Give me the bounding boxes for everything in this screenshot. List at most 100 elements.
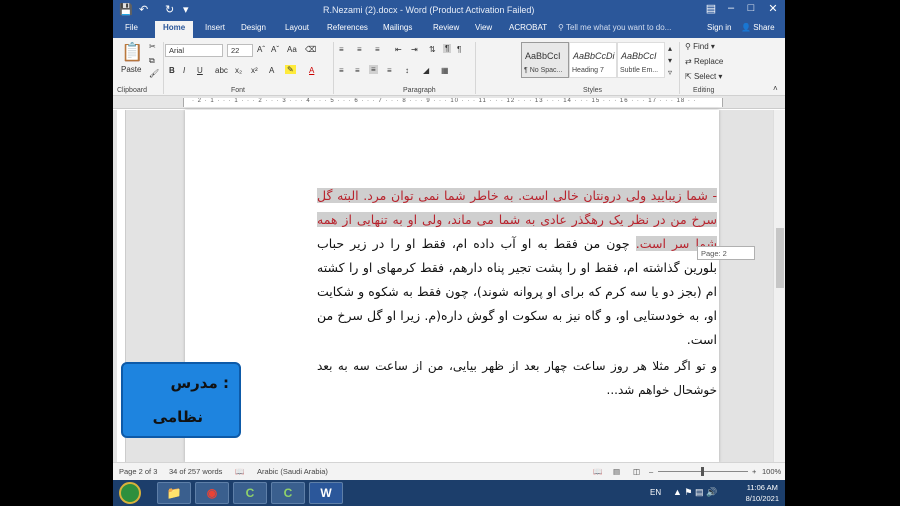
underline-icon[interactable]: U — [197, 66, 203, 75]
style-subtle-emphasis[interactable]: AaBbCcI Subtle Em... — [617, 42, 665, 78]
bullets-icon[interactable]: ≡ — [339, 45, 344, 54]
input-language[interactable]: EN — [650, 488, 661, 497]
cut-icon[interactable]: ✂ — [149, 42, 156, 51]
chrome-icon[interactable]: ◉ — [195, 482, 229, 504]
format-painter-icon[interactable]: 🖌 — [149, 69, 159, 78]
zoom-level[interactable]: 100% — [762, 467, 781, 476]
close-icon[interactable]: ✕ — [763, 2, 783, 15]
font-group-label: Font — [231, 87, 246, 94]
document-page[interactable]: - شما زیبایید ولی درونتان خالی است. به خ… — [185, 110, 719, 462]
paragraph-1[interactable]: - شما زیبایید ولی درونتان خالی است. به خ… — [317, 184, 717, 352]
read-mode-icon[interactable]: 📖 — [593, 467, 602, 476]
replace-button[interactable]: ⇄ Replace — [685, 57, 723, 66]
clock-date: 8/10/2021 — [745, 494, 779, 503]
show-marks-icon[interactable]: ¶ — [443, 44, 452, 53]
style-no-spacing[interactable]: AaBbCcI ¶ No Spac... — [521, 42, 569, 78]
subscript-icon[interactable]: x₂ — [235, 66, 242, 75]
align-left-icon[interactable]: ≡ — [339, 66, 344, 75]
multilevel-list-icon[interactable]: ≡ — [375, 45, 380, 54]
align-right-icon[interactable]: ≡ — [369, 65, 378, 74]
paragraph-2[interactable]: و تو اگر مثلا هر روز ساعت چهار بعد از ظه… — [317, 354, 717, 402]
tab-design[interactable]: Design — [241, 23, 266, 32]
document-text[interactable]: - شما زیبایید ولی درونتان خالی است. به خ… — [317, 184, 717, 402]
file-explorer-icon[interactable]: 📁 — [157, 482, 191, 504]
redo-icon[interactable]: ↻ — [165, 3, 174, 16]
font-name-box[interactable]: Arial — [165, 44, 223, 57]
paragraph-1-rest: چون من فقط به او آب داده ام، فقط او را د… — [317, 236, 717, 347]
vertical-scrollbar[interactable] — [773, 110, 785, 462]
horizontal-ruler[interactable]: · 2 · 1 · · · 1 · · · 2 · · · 3 · · · 4 … — [113, 96, 785, 109]
style-heading-7[interactable]: AaBbCcDi Heading 7 — [569, 42, 617, 78]
numbering-icon[interactable]: ≡ — [357, 45, 362, 54]
paste-icon[interactable]: 📋 — [121, 42, 143, 63]
tab-file[interactable]: File — [125, 23, 138, 32]
undo-icon[interactable]: ↶ — [139, 3, 148, 16]
collapse-ribbon-icon[interactable]: ˄ — [773, 84, 778, 93]
zoom-in-icon[interactable]: + — [752, 467, 756, 476]
tab-home[interactable]: Home — [155, 21, 194, 38]
sign-in-link[interactable]: Sign in — [707, 23, 731, 32]
tab-insert[interactable]: Insert — [205, 23, 225, 32]
select-button[interactable]: ⇱ Select ▾ — [685, 72, 722, 81]
tab-references[interactable]: References — [327, 23, 368, 32]
align-center-icon[interactable]: ≡ — [355, 66, 360, 75]
word-count[interactable]: 34 of 257 words — [169, 467, 222, 476]
tray-icons[interactable]: ▲ ⚑ ▤ 🔊 — [673, 487, 717, 498]
maximize-icon[interactable]: □ — [741, 2, 761, 14]
customize-qat-icon[interactable]: ▾ — [183, 3, 189, 16]
save-icon[interactable]: 💾 — [119, 3, 133, 16]
line-spacing-icon[interactable]: ↕ — [405, 66, 409, 75]
text-effects-icon[interactable]: A — [269, 66, 274, 75]
tab-view[interactable]: View — [475, 23, 492, 32]
change-case-icon[interactable]: Aa — [287, 45, 297, 54]
increase-indent-icon[interactable]: ⇥ — [411, 45, 418, 54]
font-size-box[interactable]: 22 — [227, 44, 253, 57]
camtasia-recorder-icon[interactable]: C — [271, 482, 305, 504]
tell-me-search[interactable]: ⚲ Tell me what you want to do... — [558, 23, 671, 32]
borders-icon[interactable]: ▦ — [441, 66, 449, 75]
zoom-knob[interactable] — [701, 467, 704, 476]
bold-icon[interactable]: B — [169, 66, 175, 75]
styles-more-icon[interactable]: ▿ — [668, 68, 672, 77]
styles-scroll-up-icon[interactable]: ▴ — [668, 44, 672, 53]
page-count[interactable]: Page 2 of 3 — [119, 467, 157, 476]
justify-icon[interactable]: ≡ — [387, 66, 392, 75]
camtasia-icon[interactable]: C — [233, 482, 267, 504]
font-color-icon[interactable]: A — [309, 66, 314, 75]
zoom-out-icon[interactable]: – — [649, 467, 653, 476]
superscript-icon[interactable]: x² — [251, 66, 258, 75]
zoom-slider[interactable] — [658, 467, 748, 476]
clock[interactable]: 11:06 AM 8/10/2021 — [746, 482, 779, 504]
italic-icon[interactable]: I — [183, 66, 185, 75]
clear-format-icon[interactable]: ⌫ — [305, 45, 316, 54]
proofing-icon[interactable]: 📖 — [235, 467, 244, 476]
tab-layout[interactable]: Layout — [285, 23, 309, 32]
scrollbar-thumb[interactable] — [776, 228, 784, 288]
style-sample: AaBbCcI — [525, 51, 561, 61]
print-layout-icon[interactable]: ▤ — [613, 467, 620, 476]
web-layout-icon[interactable]: ◫ — [633, 467, 640, 476]
tab-review[interactable]: Review — [433, 23, 459, 32]
style-name: ¶ No Spac... — [524, 67, 563, 74]
grow-font-icon[interactable]: Aˆ — [257, 45, 265, 54]
highlight-icon[interactable]: ✎ — [285, 65, 296, 74]
ribbon-options-icon[interactable]: ▤ — [701, 2, 721, 15]
tab-acrobat[interactable]: ACROBAT — [509, 23, 547, 32]
shrink-font-icon[interactable]: Aˇ — [271, 45, 279, 54]
copy-icon[interactable]: ⧉ — [149, 56, 155, 66]
styles-scroll-down-icon[interactable]: ▾ — [668, 56, 672, 65]
language-status[interactable]: Arabic (Saudi Arabia) — [257, 467, 328, 476]
sort-icon[interactable]: ⇅ — [429, 45, 436, 54]
minimize-icon[interactable]: – — [721, 2, 741, 14]
ribbon-tabs: File Home Insert Design Layout Reference… — [113, 20, 785, 38]
shading-icon[interactable]: ◢ — [423, 66, 429, 75]
find-button[interactable]: ⚲ Find ▾ — [685, 42, 715, 51]
tab-mailings[interactable]: Mailings — [383, 23, 412, 32]
paste-button[interactable]: Paste — [121, 65, 141, 74]
share-button[interactable]: 👤 Share — [741, 23, 775, 32]
word-icon[interactable]: W — [309, 482, 343, 504]
ltr-icon[interactable]: ¶ — [457, 45, 461, 54]
decrease-indent-icon[interactable]: ⇤ — [395, 45, 402, 54]
start-button-icon[interactable] — [119, 482, 141, 504]
strikethrough-icon[interactable]: abc — [215, 66, 228, 75]
